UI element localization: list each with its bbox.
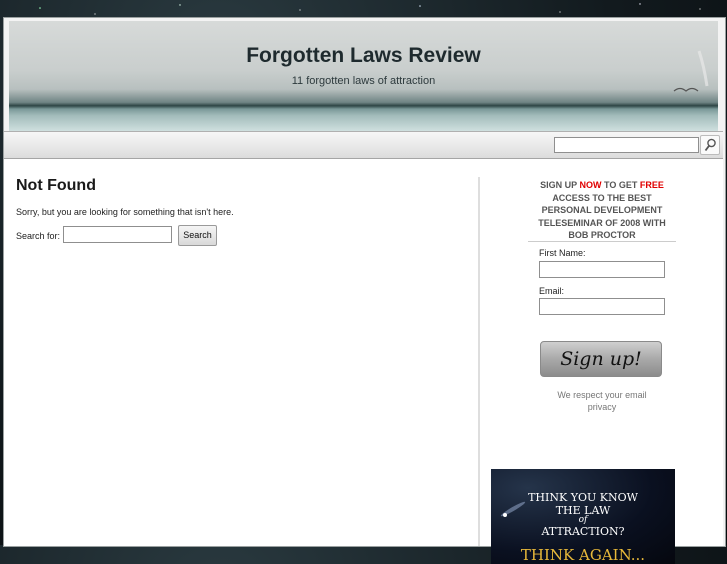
header-search-button[interactable] bbox=[700, 135, 720, 155]
first-name-field[interactable] bbox=[539, 261, 665, 278]
sidebar: SIGN UP NOW TO GET FREE ACCESS TO THE BE… bbox=[491, 179, 676, 564]
column-divider bbox=[478, 177, 480, 546]
first-name-label: First Name: bbox=[539, 248, 586, 258]
banner-line-4: ATTRACTION? bbox=[541, 525, 625, 538]
main-column: Not Found Sorry, but you are looking for… bbox=[16, 177, 466, 246]
promo-divider bbox=[528, 241, 676, 242]
search-label: Search for: bbox=[16, 231, 61, 241]
promo-text-1: SIGN UP bbox=[540, 180, 580, 190]
sign-up-button[interactable]: Sign up! bbox=[540, 341, 662, 377]
header-search-input[interactable] bbox=[554, 137, 699, 153]
site-title[interactable]: Forgotten Laws Review bbox=[9, 44, 718, 68]
site-header: Forgotten Laws Review 11 forgotten laws … bbox=[9, 21, 718, 131]
site-tagline: 11 forgotten laws of attraction bbox=[291, 75, 436, 87]
not-found-message: Sorry, but you are looking for something… bbox=[16, 207, 234, 217]
email-label: Email: bbox=[539, 286, 565, 296]
banner-line-3: of bbox=[578, 515, 588, 525]
promo-text-2: TO GET bbox=[601, 180, 640, 190]
search-button[interactable]: Search bbox=[178, 225, 217, 246]
nav-bar bbox=[4, 131, 723, 159]
search-form: Search for: Search bbox=[16, 225, 316, 247]
search-input[interactable] bbox=[63, 226, 172, 243]
privacy-link[interactable]: privacy bbox=[588, 402, 617, 412]
magnifier-icon bbox=[704, 138, 716, 152]
think-again-banner[interactable]: THINK YOU KNOW THE LAW of ATTRACTION? TH… bbox=[491, 469, 675, 564]
promo-now: NOW bbox=[579, 180, 602, 190]
promo-text-3: ACCESS TO THE BEST PERSONAL DEVELOPMENT … bbox=[538, 192, 666, 241]
privacy-note: We respect your email privacy bbox=[528, 389, 676, 413]
page-title: Not Found bbox=[16, 177, 96, 194]
content-area: Not Found Sorry, but you are looking for… bbox=[4, 159, 723, 564]
banner-line-1: THINK YOU KNOW bbox=[528, 491, 638, 504]
page-frame: Forgotten Laws Review 11 forgotten laws … bbox=[3, 17, 726, 564]
promo-free: FREE bbox=[639, 180, 664, 190]
signup-promo-text: SIGN UP NOW TO GET FREE ACCESS TO THE BE… bbox=[528, 179, 676, 242]
privacy-note-text: We respect your email bbox=[557, 390, 647, 400]
email-field[interactable] bbox=[539, 298, 665, 315]
banner-line-5: THINK AGAIN... bbox=[520, 546, 646, 564]
seagull-decoration-icon bbox=[673, 50, 709, 92]
